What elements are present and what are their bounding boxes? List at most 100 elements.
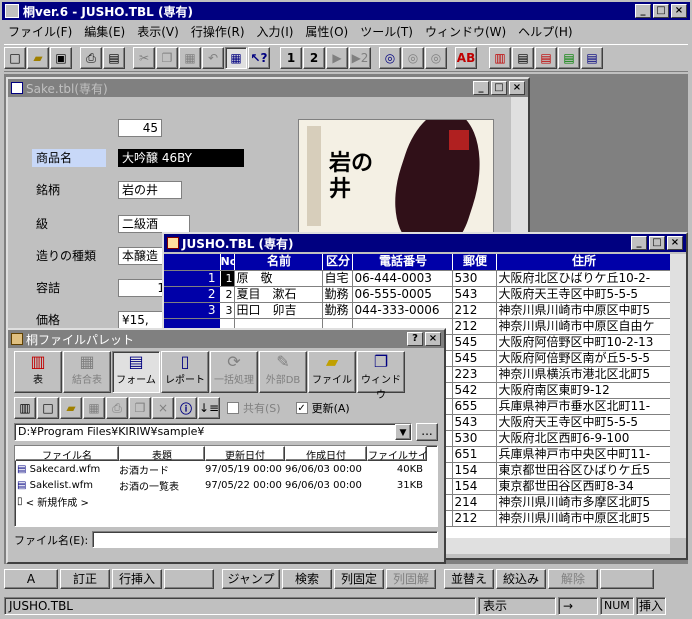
cell-address[interactable]: 神奈川県横浜市港北区北町5 bbox=[496, 366, 670, 383]
cell-address[interactable]: 東京都世田谷区ひばりケ丘5 bbox=[496, 462, 670, 479]
brew-type-field[interactable]: 本醸造 bbox=[118, 247, 168, 265]
row-insert-icon[interactable]: ▤ bbox=[535, 47, 557, 69]
sort-ab-icon[interactable]: AB bbox=[455, 47, 477, 69]
fkey-10[interactable]: 絞込み bbox=[496, 569, 546, 589]
goto-next-icon[interactable]: ▶ bbox=[326, 47, 348, 69]
update-checkbox[interactable]: ✓ bbox=[295, 402, 308, 414]
table-icon[interactable]: ▤ bbox=[512, 47, 534, 69]
cell-no[interactable]: 1 bbox=[220, 270, 235, 287]
browse-button[interactable]: ... bbox=[416, 423, 438, 441]
fkey-8[interactable]: 列固解 bbox=[386, 569, 436, 589]
cell-kubun[interactable]: 自宅 bbox=[322, 270, 353, 287]
col-size[interactable]: ファイルサイズ bbox=[367, 446, 427, 461]
cell-post[interactable]: 651 bbox=[452, 446, 497, 463]
new-doc-icon[interactable]: □ bbox=[37, 397, 59, 419]
save-icon[interactable]: ▣ bbox=[50, 47, 72, 69]
print-preview-icon[interactable]: ▤ bbox=[103, 47, 125, 69]
grid-icon[interactable]: ▦ bbox=[83, 397, 105, 419]
cell-tel[interactable]: 044-333-0006 bbox=[352, 302, 453, 319]
copy-icon[interactable]: ❐ bbox=[156, 47, 178, 69]
cell-address[interactable]: 兵庫県神戸市垂水区北町11- bbox=[496, 398, 670, 415]
cell-kubun[interactable]: 勤務 bbox=[322, 302, 353, 319]
file-row[interactable]: ▤ Sakelist.wfm お酒の一覧表 97/05/22 00:00 96/… bbox=[15, 477, 437, 493]
menu-window[interactable]: ウィンドウ(W) bbox=[419, 23, 512, 40]
fkey-3[interactable]: 行挿入 bbox=[112, 569, 162, 589]
chart-icon[interactable]: ▥ bbox=[489, 47, 511, 69]
fkey-7[interactable]: 列固定 bbox=[334, 569, 384, 589]
shared-checkbox[interactable] bbox=[227, 402, 239, 414]
cell-tel[interactable]: 06-444-0003 bbox=[352, 270, 453, 287]
close-button[interactable]: × bbox=[671, 4, 687, 18]
window-button[interactable]: ❐ ウィンドウ bbox=[357, 351, 405, 401]
cell-address[interactable]: 神奈川県川崎市中原区自由ケ bbox=[496, 318, 670, 335]
menu-help[interactable]: ヘルプ(H) bbox=[512, 23, 578, 40]
cell-post[interactable]: 223 bbox=[452, 366, 497, 383]
palette-close-button[interactable]: × bbox=[425, 332, 441, 346]
report-button[interactable]: ▯ レポート bbox=[161, 351, 209, 393]
minimize-button[interactable]: _ bbox=[635, 4, 651, 18]
table-row[interactable]: 3 3 田口 卯吉 勤務 044-333-0006 212 神奈川県川崎市中原区中町5 bbox=[164, 302, 670, 319]
product-name-field[interactable]: 大吟醸 46BY bbox=[118, 149, 244, 167]
cell-post[interactable]: 530 bbox=[452, 430, 497, 447]
cell-post[interactable]: 530 bbox=[452, 270, 497, 287]
delete-icon[interactable]: × bbox=[152, 397, 174, 419]
col-header-name[interactable]: 名前 bbox=[234, 254, 323, 271]
row-header[interactable]: 2 bbox=[164, 286, 221, 303]
menu-edit[interactable]: 編集(E) bbox=[78, 23, 131, 40]
row-edit-icon[interactable]: ▤ bbox=[581, 47, 603, 69]
col-header-tel[interactable]: 電話番号 bbox=[352, 254, 453, 271]
search-prev-icon[interactable]: ◎ bbox=[425, 47, 447, 69]
jusho-minimize-button[interactable]: _ bbox=[631, 236, 647, 250]
print-icon[interactable]: ⎙ bbox=[80, 47, 102, 69]
col-header-no[interactable]: No bbox=[220, 254, 235, 271]
cell-address[interactable]: 大阪府阿倍野区南が丘5-5-5 bbox=[496, 350, 670, 367]
cell-name[interactable]: 原 敬 bbox=[234, 270, 323, 287]
filename-input[interactable] bbox=[92, 531, 438, 548]
cell-post[interactable]: 545 bbox=[452, 334, 497, 351]
fkey-5[interactable]: ジャンプ bbox=[222, 569, 280, 589]
jusho-vscroll[interactable] bbox=[670, 254, 686, 538]
cell-address[interactable]: 大阪府北区ひばりケ丘10-2- bbox=[496, 270, 670, 287]
fkey-12[interactable] bbox=[600, 569, 654, 589]
goto-record-icon[interactable]: ▶2 bbox=[349, 47, 371, 69]
fkey-2[interactable]: 訂正 bbox=[60, 569, 110, 589]
brand-field[interactable]: 岩の井 bbox=[118, 181, 182, 199]
cell-address[interactable]: 大阪府北区西町6-9-100 bbox=[496, 430, 670, 447]
open-icon[interactable]: ▥ bbox=[14, 397, 36, 419]
cell-name[interactable]: 夏目 漱石 bbox=[234, 286, 323, 303]
cell-address[interactable]: 神奈川県川崎市中原区中町5 bbox=[496, 302, 670, 319]
cell-post[interactable]: 154 bbox=[452, 478, 497, 495]
cell-address[interactable]: 兵庫県神戸市中央区中町11- bbox=[496, 446, 670, 463]
batch-button[interactable]: ⟳ 一括処理 bbox=[210, 351, 258, 393]
search-icon[interactable]: ◎ bbox=[379, 47, 401, 69]
menu-row[interactable]: 行操作(R) bbox=[185, 23, 251, 40]
menu-tools[interactable]: ツール(T) bbox=[354, 23, 419, 40]
print-small-icon[interactable]: ⎙ bbox=[106, 397, 128, 419]
form-view-icon[interactable]: ▦ bbox=[225, 47, 247, 69]
sake-close-button[interactable]: × bbox=[509, 81, 525, 95]
undo-icon[interactable]: ↶ bbox=[202, 47, 224, 69]
path-combo[interactable]: D:¥Program Files¥KIRIW¥sample¥ ▼ bbox=[14, 423, 412, 441]
cell-post[interactable]: 212 bbox=[452, 318, 497, 335]
cell-name[interactable]: 田口 卯吉 bbox=[234, 302, 323, 319]
jusho-close-button[interactable]: × bbox=[667, 236, 683, 250]
jusho-maximize-button[interactable]: □ bbox=[649, 236, 665, 250]
col-created[interactable]: 作成日付 bbox=[285, 446, 367, 462]
cell-post[interactable]: 212 bbox=[452, 510, 497, 527]
cell-address[interactable]: 大阪府南区東町9-12 bbox=[496, 382, 670, 399]
new-file-icon[interactable]: □ bbox=[4, 47, 26, 69]
price-field[interactable]: ¥15, bbox=[118, 311, 168, 329]
open-folder-icon[interactable]: ▰ bbox=[27, 47, 49, 69]
paste-icon[interactable]: ▦ bbox=[179, 47, 201, 69]
copy-small-icon[interactable]: ❐ bbox=[129, 397, 151, 419]
cell-kubun[interactable]: 勤務 bbox=[322, 286, 353, 303]
fkey-11[interactable]: 解除 bbox=[548, 569, 598, 589]
table-row[interactable]: 11原 敬自宅 06-444-0003 530 大阪府北区ひばりケ丘10-2- bbox=[164, 270, 670, 287]
fkey-4[interactable] bbox=[164, 569, 214, 589]
cell-address[interactable]: 東京都世田谷区西町8-34 bbox=[496, 478, 670, 495]
cell-tel[interactable]: 06-555-0005 bbox=[352, 286, 453, 303]
table-row[interactable]: 2 2 夏目 漱石 勤務 06-555-0005 543 大阪府天王寺区中町5-5-5 bbox=[164, 286, 670, 303]
form-button[interactable]: ▤ フォーム bbox=[112, 351, 160, 393]
record-1-icon[interactable]: 1 bbox=[280, 47, 302, 69]
cell-post[interactable]: 214 bbox=[452, 494, 497, 511]
